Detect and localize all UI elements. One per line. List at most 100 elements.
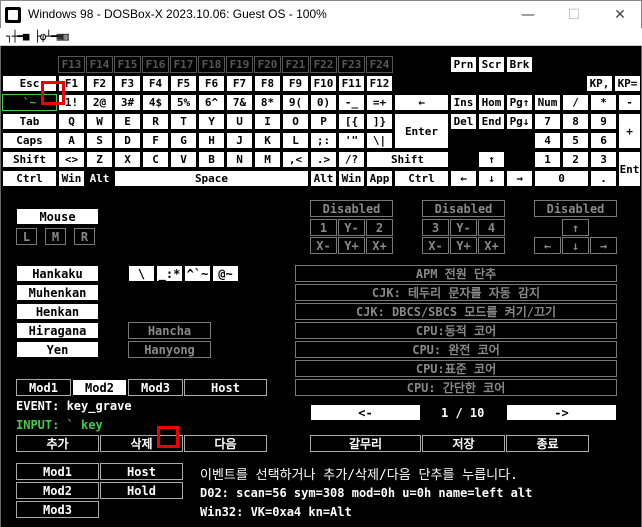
add-button[interactable]: 추가 (16, 435, 99, 452)
key-jp-colon[interactable]: _:* (156, 265, 183, 282)
delete-button[interactable]: 삭제 (100, 435, 183, 452)
bind-hold[interactable]: Hold (100, 482, 183, 499)
key-f4[interactable]: F4 (142, 75, 169, 92)
key-comma[interactable]: ,< (282, 151, 309, 168)
key-lctrl[interactable]: Ctrl (2, 170, 57, 187)
key-6[interactable]: 6^ (198, 94, 225, 111)
key-hankaku[interactable]: Hankaku (16, 265, 99, 282)
bind-mod2[interactable]: Mod2 (16, 482, 99, 499)
key-slash[interactable]: /? (338, 151, 365, 168)
key-quote[interactable]: '" (338, 132, 365, 149)
key-kp-divide[interactable]: / (562, 94, 589, 111)
close-button[interactable]: ✕ (597, 1, 642, 29)
key-jp-backslash[interactable]: \ (128, 265, 155, 282)
key-f1[interactable]: F1 (58, 75, 85, 92)
hat-up[interactable]: ↑ (562, 219, 589, 236)
mod1-toggle[interactable]: Mod1 (16, 379, 71, 396)
key-app[interactable]: App (366, 170, 393, 187)
key-lwin[interactable]: Win (58, 170, 85, 187)
key-kp-9[interactable]: 9 (590, 113, 617, 130)
option-cpu-dynamic[interactable]: CPU:동적 코어 (295, 322, 617, 339)
key-w[interactable]: W (86, 113, 113, 130)
key-brk[interactable]: Brk (506, 56, 533, 73)
key-y[interactable]: Y (198, 113, 225, 130)
key-lshift[interactable]: Shift (2, 151, 57, 168)
joy1-button1[interactable]: 1 (310, 219, 337, 236)
option-cpu-simple[interactable]: CPU: 간단한 코어 (295, 379, 617, 396)
key-kp-6[interactable]: 6 (590, 132, 617, 149)
bind-host[interactable]: Host (100, 463, 183, 480)
key-kp-3[interactable]: 3 (590, 151, 617, 168)
prev-page-button[interactable]: <- (310, 404, 421, 421)
key-e[interactable]: E (114, 113, 141, 130)
key-4[interactable]: 4$ (142, 94, 169, 111)
key-scr[interactable]: Scr (478, 56, 505, 73)
joy2-axis-y-plus[interactable]: Y+ (450, 237, 477, 254)
key-kp-minus[interactable]: - (618, 94, 641, 111)
key-f20[interactable]: F20 (254, 56, 281, 73)
key-rshift[interactable]: Shift (366, 151, 449, 168)
key-kp-4[interactable]: 4 (534, 132, 561, 149)
key-numlock[interactable]: Num (534, 94, 561, 111)
key-f3[interactable]: F3 (114, 75, 141, 92)
key-lalt[interactable]: Alt (86, 170, 113, 187)
key-1[interactable]: 1! (58, 94, 85, 111)
key-l[interactable]: L (282, 132, 309, 149)
key-i[interactable]: I (254, 113, 281, 130)
next-button[interactable]: 다음 (184, 435, 267, 452)
key-semicolon[interactable]: ;: (310, 132, 337, 149)
key-lbracket[interactable]: [{ (338, 113, 365, 130)
key-f8[interactable]: F8 (254, 75, 281, 92)
key-kp-enter[interactable]: Ent (618, 151, 641, 187)
key-f15[interactable]: F15 (114, 56, 141, 73)
key-2[interactable]: 2@ (86, 94, 113, 111)
key-f5[interactable]: F5 (170, 75, 197, 92)
key-hancha[interactable]: Hancha (128, 322, 211, 339)
joy2-axis-y-minus[interactable]: Y- (450, 219, 477, 236)
key-esc[interactable]: Esc (2, 75, 57, 92)
key-rbracket[interactable]: ]} (366, 113, 393, 130)
key-hiragana[interactable]: Hiragana (16, 322, 99, 339)
key-d[interactable]: D (114, 132, 141, 149)
key-9[interactable]: 9( (282, 94, 309, 111)
save-button[interactable]: 저장 (422, 435, 505, 452)
key-7[interactable]: 7& (226, 94, 253, 111)
key-rwin[interactable]: Win (338, 170, 365, 187)
key-minus[interactable]: -_ (338, 94, 365, 111)
key-home[interactable]: Hom (478, 94, 505, 111)
next-page-button[interactable]: -> (506, 404, 617, 421)
key-pgdn[interactable]: Pg↓ (506, 113, 533, 130)
key-3[interactable]: 3# (114, 94, 141, 111)
key-right[interactable]: → (506, 170, 533, 187)
key-p[interactable]: P (310, 113, 337, 130)
key-equals[interactable]: =+ (366, 94, 393, 111)
key-f[interactable]: F (142, 132, 169, 149)
key-rctrl[interactable]: Ctrl (394, 170, 449, 187)
key-r[interactable]: R (142, 113, 169, 130)
mouse-middle-button[interactable]: M (45, 228, 66, 245)
key-f21[interactable]: F21 (282, 56, 309, 73)
key-kp-0[interactable]: 0 (534, 170, 589, 187)
key-f23[interactable]: F23 (338, 56, 365, 73)
key-z[interactable]: Z (86, 151, 113, 168)
key-kp-2[interactable]: 2 (562, 151, 589, 168)
key-f12[interactable]: F12 (366, 75, 393, 92)
key-0[interactable]: 0) (310, 94, 337, 111)
key-s[interactable]: S (86, 132, 113, 149)
mouse-button[interactable]: Mouse (16, 208, 99, 225)
joy2-button4[interactable]: 4 (478, 219, 505, 236)
key-v[interactable]: V (170, 151, 197, 168)
toolbar-icons[interactable]: ┐┼━■ ├φ┴━▦▥ (6, 30, 69, 43)
key-f10[interactable]: F10 (310, 75, 337, 92)
option-cjk-auto-detect[interactable]: CJK: 테두리 문자를 자동 감지 (295, 284, 617, 301)
key-f19[interactable]: F19 (226, 56, 253, 73)
key-f9[interactable]: F9 (282, 75, 309, 92)
capture-button[interactable]: 갈무리 (310, 435, 421, 452)
key-t[interactable]: T (170, 113, 197, 130)
key-period[interactable]: .> (310, 151, 337, 168)
key-space[interactable]: Space (114, 170, 309, 187)
bind-mod3[interactable]: Mod3 (16, 501, 99, 518)
key-ralt[interactable]: Alt (310, 170, 337, 187)
key-f13[interactable]: F13 (58, 56, 85, 73)
key-j[interactable]: J (226, 132, 253, 149)
